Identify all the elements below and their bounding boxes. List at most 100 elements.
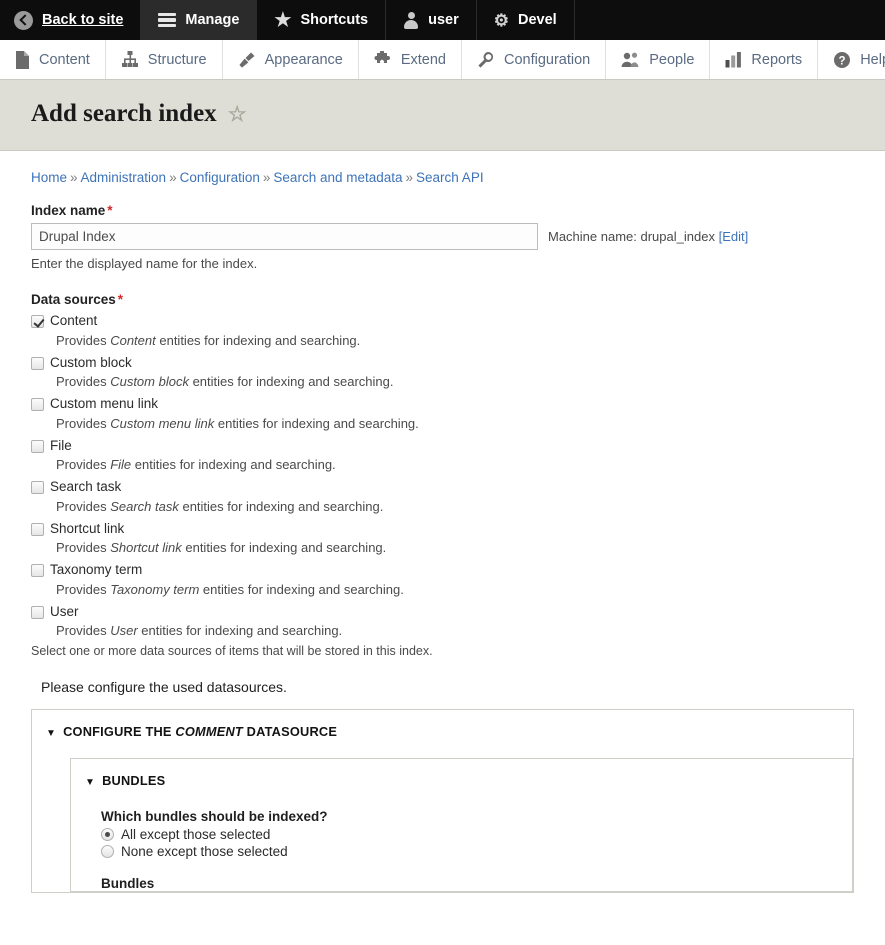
data-source-description: Provides File entities for indexing and … xyxy=(56,457,854,472)
breadcrumb-item-home[interactable]: Home xyxy=(31,170,67,185)
file-icon xyxy=(15,50,30,69)
legend-text: BUNDLES xyxy=(102,773,166,789)
toolbar-item-label: Shortcuts xyxy=(300,12,369,28)
toolbar-item-label: Devel xyxy=(518,12,557,28)
machine-name: Machine name: drupal_index [Edit] xyxy=(548,229,748,244)
star-outline-icon[interactable]: ☆ xyxy=(228,103,247,125)
toolbar-item-shortcuts[interactable]: ★ Shortcuts xyxy=(257,0,387,40)
configure-comment-datasource-legend[interactable]: ▼ CONFIGURE THE COMMENT DATASOURCE xyxy=(46,724,853,739)
admin-menu-item-label: Content xyxy=(39,51,90,68)
admin-menu-item-configuration[interactable]: Configuration xyxy=(462,40,607,79)
breadcrumb-separator: » xyxy=(169,170,177,185)
data-source-option-custom-block[interactable]: Custom block xyxy=(31,354,854,372)
checkbox-custom-block[interactable] xyxy=(31,356,44,370)
data-source-description: Provides Search task entities for indexi… xyxy=(56,499,854,514)
data-source-description: Provides User entities for indexing and … xyxy=(56,623,854,638)
checkbox-content[interactable] xyxy=(31,315,44,328)
data-source-option-taxonomy-term[interactable]: Taxonomy term xyxy=(31,561,854,579)
toolbar-item-manage[interactable]: Manage xyxy=(141,0,258,40)
legend-suffix: DATASOURCE xyxy=(242,724,338,740)
toolbar-item-label: Manage xyxy=(185,12,240,28)
admin-menu-item-label: Structure xyxy=(147,51,207,68)
toolbar-item-devel[interactable]: ⚙ Devel xyxy=(477,0,575,40)
admin-menu-item-appearance[interactable]: Appearance xyxy=(223,40,359,79)
toolbar-item-user[interactable]: user xyxy=(386,0,477,40)
checkbox-shortcut-link[interactable] xyxy=(31,522,44,536)
checkbox-taxonomy-term[interactable] xyxy=(31,564,44,578)
data-sources-label-text: Data sources xyxy=(31,292,116,307)
admin-menu-item-help[interactable]: ? Help xyxy=(818,40,885,79)
machine-name-value: drupal_index xyxy=(640,229,715,244)
breadcrumb-separator: » xyxy=(70,170,78,185)
admin-menu-item-structure[interactable]: Structure xyxy=(106,40,223,79)
breadcrumb-item-search-api[interactable]: Search API xyxy=(416,170,484,185)
configure-datasources-message: Please configure the used datasources. xyxy=(41,679,287,696)
bundles-radio-none-except[interactable]: None except those selected xyxy=(101,844,852,859)
page-title-bar: Add search index ☆ xyxy=(0,80,885,151)
star-icon: ★ xyxy=(274,9,292,31)
data-source-description: Provides Content entities for indexing a… xyxy=(56,333,854,348)
bar-chart-icon xyxy=(725,51,742,68)
back-arrow-icon xyxy=(14,10,33,30)
desc-suffix: entities for indexing and searching. xyxy=(199,581,404,597)
data-source-label: Content xyxy=(50,313,98,328)
gear-icon: ⚙ xyxy=(493,10,510,30)
data-source-option-custom-menu-link[interactable]: Custom menu link xyxy=(31,395,854,413)
bundles-question-label: Which bundles should be indexed? xyxy=(101,809,328,825)
desc-suffix: entities for indexing and searching. xyxy=(181,540,387,556)
index-name-label: Index name * xyxy=(31,203,854,218)
checkbox-user[interactable] xyxy=(31,605,44,619)
data-source-label: Custom menu link xyxy=(50,396,159,412)
desc-prefix: Provides xyxy=(56,332,111,348)
data-source-label: User xyxy=(50,603,79,619)
radio-none-except-those-selected[interactable] xyxy=(101,845,114,859)
desc-suffix: entities for indexing and searching. xyxy=(178,498,384,514)
wrench-icon xyxy=(477,51,495,69)
puzzle-icon xyxy=(374,51,392,68)
data-source-option-shortcut-link[interactable]: Shortcut link xyxy=(31,520,854,538)
admin-menu-item-extend[interactable]: Extend xyxy=(359,40,462,79)
triangle-down-icon: ▼ xyxy=(85,777,96,789)
desc-prefix: Provides xyxy=(56,498,111,514)
breadcrumb-item-administration[interactable]: Administration xyxy=(81,170,167,185)
data-source-description: Provides Taxonomy term entities for inde… xyxy=(56,582,854,597)
data-source-label: Search task xyxy=(50,479,122,495)
desc-emphasis: Custom menu link xyxy=(110,415,215,431)
toolbar-item-back-to-site[interactable]: Back to site xyxy=(0,0,142,40)
data-source-option-search-task[interactable]: Search task xyxy=(31,478,854,496)
data-source-label: Taxonomy term xyxy=(50,562,143,578)
bundles-fieldset: ▼ BUNDLES Which bundles should be indexe… xyxy=(70,758,853,893)
desc-prefix: Provides xyxy=(56,581,111,597)
desc-emphasis: User xyxy=(110,623,138,639)
svg-text:?: ? xyxy=(839,55,846,67)
breadcrumb-item-search-and-metadata[interactable]: Search and metadata xyxy=(273,170,402,185)
machine-name-edit-link[interactable]: [Edit] xyxy=(719,229,749,244)
bundles-body: Which bundles should be indexed? All exc… xyxy=(101,809,852,891)
desc-suffix: entities for indexing and searching. xyxy=(137,623,343,639)
desc-prefix: Provides xyxy=(56,540,111,556)
breadcrumb-separator: » xyxy=(262,170,271,185)
admin-menu-item-content[interactable]: Content xyxy=(0,40,106,79)
admin-menu-item-label: Help xyxy=(860,51,885,68)
desc-suffix: entities for indexing and searching. xyxy=(214,415,419,431)
checkbox-custom-menu-link[interactable] xyxy=(31,398,44,412)
data-source-label: File xyxy=(50,437,72,453)
checkbox-file[interactable] xyxy=(31,439,44,453)
triangle-down-icon: ▼ xyxy=(46,728,57,740)
desc-suffix: entities for indexing and searching. xyxy=(131,457,336,473)
bundles-radio-all-except[interactable]: All except those selected xyxy=(101,827,852,842)
index-name-input[interactable] xyxy=(31,223,538,250)
bundles-legend[interactable]: ▼ BUNDLES xyxy=(85,773,852,788)
data-source-option-content[interactable]: Content xyxy=(31,312,854,330)
data-source-option-user[interactable]: User xyxy=(31,603,854,621)
radio-all-except-those-selected[interactable] xyxy=(101,828,114,842)
breadcrumb-item-configuration[interactable]: Configuration xyxy=(180,170,260,185)
index-name-description: Enter the displayed name for the index. xyxy=(31,256,258,271)
admin-menu-item-reports[interactable]: Reports xyxy=(710,40,819,79)
admin-menu-item-people[interactable]: People xyxy=(606,40,711,79)
required-marker: * xyxy=(117,292,124,307)
question-circle-icon: ? xyxy=(833,51,851,69)
desc-emphasis: File xyxy=(110,457,132,473)
data-source-option-file[interactable]: File xyxy=(31,437,854,455)
checkbox-search-task[interactable] xyxy=(31,481,44,495)
